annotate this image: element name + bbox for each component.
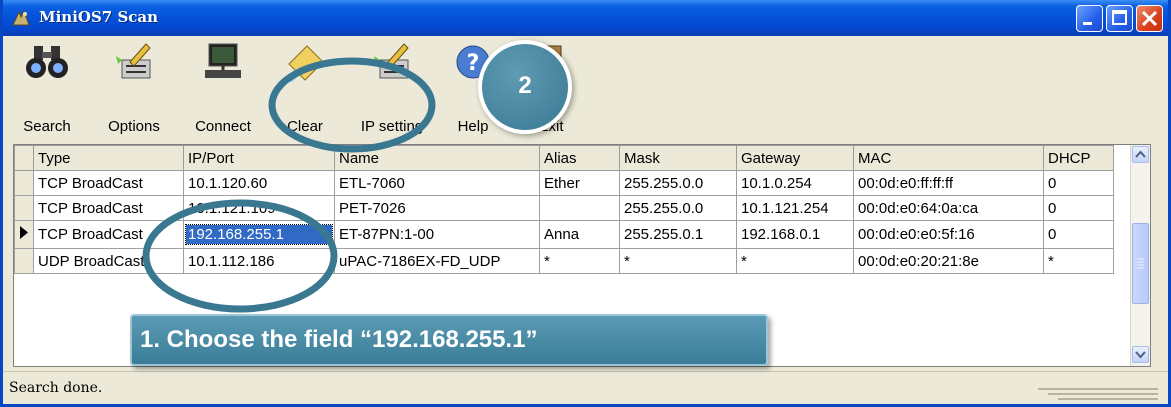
cell-name[interactable]: ET-87PN:1-00	[334, 220, 540, 249]
cell-name[interactable]: PET-7026	[334, 195, 540, 221]
selected-ip-text: 192.168.255.1	[185, 224, 333, 245]
status-grip-icon	[1038, 388, 1158, 400]
table-header-row: Type IP/Port Name Alias Mask Gateway MAC…	[14, 145, 1114, 171]
clear-label: Clear	[287, 118, 323, 135]
eraser-icon	[287, 45, 324, 82]
title-bar[interactable]: MiniOS7 Scan	[3, 0, 1168, 36]
scroll-down-button[interactable]	[1132, 346, 1149, 363]
cell-ip[interactable]: 10.1.121.109	[183, 195, 335, 221]
svg-text:?: ?	[467, 51, 480, 76]
device-table: Type IP/Port Name Alias Mask Gateway MAC…	[14, 145, 1114, 274]
cell-dhcp[interactable]: 0	[1043, 220, 1114, 249]
cell-dhcp[interactable]: 0	[1043, 195, 1114, 221]
ip-setting-button[interactable]: IP setting	[349, 38, 435, 138]
cell-mac[interactable]: 00:0d:e0:e0:5f:16	[853, 220, 1044, 249]
cell-ip-selected[interactable]: 192.168.255.1	[183, 220, 335, 249]
column-header[interactable]: DHCP	[1043, 145, 1114, 171]
toolbar: Search Options Connect Clear IP setting …	[3, 36, 1168, 144]
cell-mask[interactable]: 255.255.0.0	[619, 195, 737, 221]
column-header[interactable]: IP/Port	[183, 145, 335, 171]
close-button[interactable]	[1136, 5, 1163, 32]
window-title: MiniOS7 Scan	[39, 8, 159, 26]
table-row[interactable]: TCP BroadCast 10.1.121.109 PET-7026 255.…	[14, 195, 1114, 221]
status-bar: Search done.	[3, 371, 1168, 404]
cell-type[interactable]: TCP BroadCast	[33, 220, 184, 249]
cell-mask[interactable]: *	[619, 248, 737, 274]
cell-ip[interactable]: 10.1.120.60	[183, 170, 335, 196]
help-label: Help	[457, 118, 489, 135]
cell-gateway[interactable]: *	[736, 248, 854, 274]
options-button[interactable]: Options	[101, 38, 167, 138]
table-row-selected[interactable]: TCP BroadCast 192.168.255.1 ET-87PN:1-00…	[14, 220, 1114, 249]
header-indicator	[14, 145, 34, 171]
cell-mac[interactable]: 00:0d:e0:64:0a:ca	[853, 195, 1044, 221]
column-header[interactable]: Name	[334, 145, 540, 171]
grip-icon	[1137, 258, 1144, 269]
cell-type[interactable]: UDP BroadCast	[33, 248, 184, 274]
cell-gateway[interactable]: 10.1.0.254	[736, 170, 854, 196]
cell-mac[interactable]: 00:0d:e0:ff:ff:ff	[853, 170, 1044, 196]
cell-alias[interactable]: Ether	[539, 170, 620, 196]
minimize-icon	[1083, 22, 1092, 25]
computer-connect-icon	[205, 43, 241, 78]
clear-button[interactable]: Clear	[277, 38, 333, 138]
column-header[interactable]: MAC	[853, 145, 1044, 171]
search-label: Search	[23, 118, 71, 135]
row-indicator[interactable]	[14, 248, 34, 274]
step1-callout: 1. Choose the field “192.168.255.1”	[130, 314, 768, 366]
status-text: Search done.	[9, 380, 103, 396]
binoculars-icon	[26, 46, 68, 78]
table-row[interactable]: TCP BroadCast 10.1.120.60 ETL-7060 Ether…	[14, 170, 1114, 196]
cell-mac[interactable]: 00:0d:e0:20:21:8e	[853, 248, 1044, 274]
column-header[interactable]: Alias	[539, 145, 620, 171]
chevron-down-icon	[1135, 351, 1146, 359]
current-row-arrow-icon	[20, 226, 28, 239]
ip-setting-label: IP setting	[360, 118, 424, 135]
maximize-icon	[1112, 10, 1127, 25]
search-button[interactable]: Search	[21, 38, 73, 138]
settings-pen-icon	[116, 43, 151, 79]
cell-mask[interactable]: 255.255.0.1	[619, 220, 737, 249]
table-row[interactable]: UDP BroadCast 10.1.112.186 uPAC-7186EX-F…	[14, 248, 1114, 274]
cell-type[interactable]: TCP BroadCast	[33, 170, 184, 196]
maximize-button[interactable]	[1106, 5, 1133, 32]
minimize-button[interactable]	[1076, 5, 1103, 32]
cell-type[interactable]: TCP BroadCast	[33, 195, 184, 221]
row-indicator[interactable]	[14, 195, 34, 221]
row-indicator[interactable]	[14, 170, 34, 196]
close-icon	[1141, 10, 1158, 27]
app-icon	[12, 9, 30, 26]
column-header[interactable]: Gateway	[736, 145, 854, 171]
cell-dhcp[interactable]: *	[1043, 248, 1114, 274]
cell-alias[interactable]: Anna	[539, 220, 620, 249]
scroll-up-button[interactable]	[1132, 146, 1149, 163]
vertical-scrollbar[interactable]	[1130, 145, 1150, 366]
chevron-up-icon	[1135, 150, 1146, 158]
column-header[interactable]: Mask	[619, 145, 737, 171]
cell-dhcp[interactable]: 0	[1043, 170, 1114, 196]
cell-ip[interactable]: 10.1.112.186	[183, 248, 335, 274]
cell-gateway[interactable]: 10.1.121.254	[736, 195, 854, 221]
cell-alias[interactable]	[539, 195, 620, 221]
row-indicator[interactable]	[14, 220, 34, 249]
cell-name[interactable]: ETL-7060	[334, 170, 540, 196]
settings-pen-icon	[374, 43, 409, 79]
cell-name[interactable]: uPAC-7186EX-FD_UDP	[334, 248, 540, 274]
options-label: Options	[108, 118, 160, 135]
connect-label: Connect	[195, 118, 251, 135]
scroll-thumb[interactable]	[1132, 223, 1149, 304]
connect-button[interactable]: Connect	[188, 38, 258, 138]
column-header[interactable]: Type	[33, 145, 184, 171]
step2-badge: 2	[478, 40, 572, 134]
cell-mask[interactable]: 255.255.0.0	[619, 170, 737, 196]
cell-gateway[interactable]: 192.168.0.1	[736, 220, 854, 249]
cell-alias[interactable]: *	[539, 248, 620, 274]
